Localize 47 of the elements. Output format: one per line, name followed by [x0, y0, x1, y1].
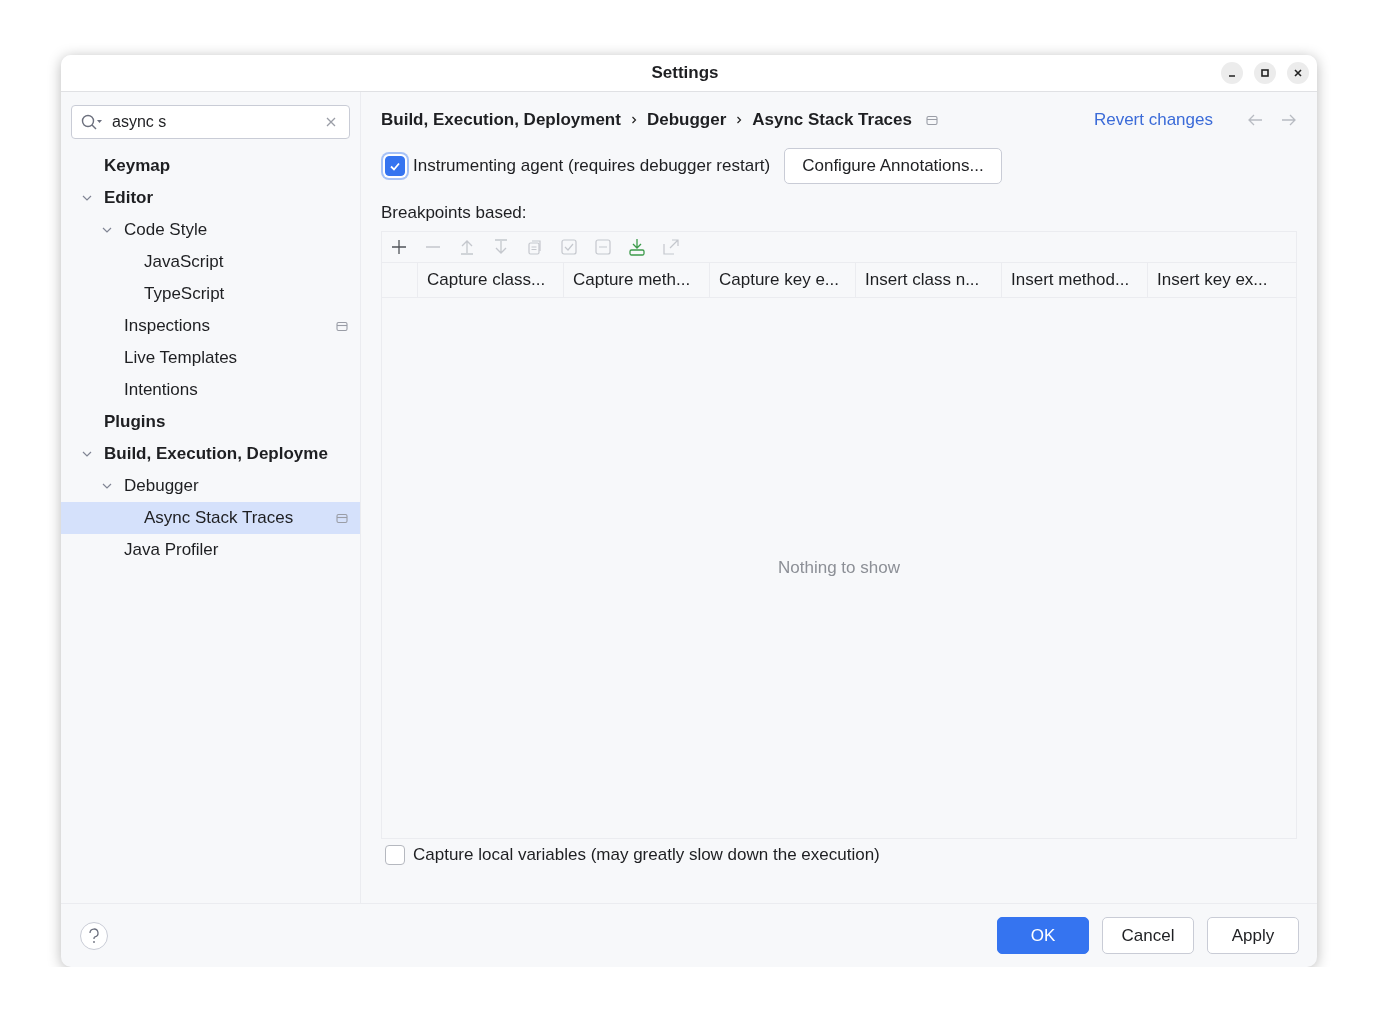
cancel-button[interactable]: Cancel — [1102, 917, 1194, 954]
clear-icon[interactable] — [326, 117, 336, 127]
close-button[interactable] — [1287, 62, 1309, 84]
maximize-button[interactable] — [1254, 62, 1276, 84]
question-mark-icon — [88, 927, 100, 944]
revert-link[interactable]: Revert changes — [1093, 110, 1213, 130]
tree-item[interactable]: Build, Execution, Deployme — [61, 438, 360, 470]
plus-icon[interactable] — [390, 238, 408, 256]
tree-item[interactable]: Async Stack Traces — [61, 502, 360, 534]
breadcrumb-item[interactable]: Async Stack Traces — [752, 110, 912, 130]
tree-item[interactable]: Inspections — [61, 310, 360, 342]
column-header[interactable]: Capture meth... — [564, 263, 710, 297]
tree-item[interactable]: Editor — [61, 182, 360, 214]
search-field[interactable]: async s — [71, 105, 350, 139]
chevron-icon — [629, 115, 638, 125]
empty-message: Nothing to show — [778, 558, 900, 578]
breadcrumb-item[interactable]: Debugger — [646, 110, 727, 130]
minimize-icon — [1228, 75, 1236, 77]
checkbox-label: Capture local variables (may greatly slow down the execution) — [413, 845, 880, 865]
tree-item[interactable]: Live Templates — [61, 342, 360, 374]
tree-item[interactable]: Java Profiler — [61, 534, 360, 566]
ok-button[interactable]: OK — [997, 917, 1089, 954]
tree-item[interactable]: TypeScript — [61, 278, 360, 310]
section-label: Breakpoints based: — [381, 203, 528, 223]
column-header[interactable]: Capture key e... — [710, 263, 856, 297]
tree-item[interactable]: Intentions — [61, 374, 360, 406]
checkbox[interactable] — [385, 845, 405, 865]
close-icon — [1293, 68, 1303, 78]
column-header[interactable]: Insert method... — [1002, 263, 1148, 297]
configure-annotations-button[interactable]: Configure Annotations... — [784, 148, 1002, 184]
tree-item[interactable]: JavaScript — [61, 246, 360, 278]
help-button[interactable] — [80, 921, 108, 950]
tree-item[interactable]: Plugins — [61, 406, 360, 438]
window-title: Settings — [650, 63, 720, 83]
chevron-icon — [735, 115, 744, 125]
column-header[interactable]: Capture class... — [418, 263, 564, 297]
maximize-icon — [1260, 68, 1270, 78]
minimize-button[interactable] — [1221, 62, 1243, 84]
checkbox-label: Instrumenting agent (requires debugger restart) — [413, 156, 771, 176]
column-header[interactable]: Insert class n... — [856, 263, 1002, 297]
column-header[interactable]: Insert key ex... — [1148, 263, 1296, 297]
breadcrumb-item[interactable]: Build, Execution, Deployment — [381, 110, 621, 130]
apply-button[interactable]: Apply — [1207, 917, 1299, 954]
tree-item[interactable]: Keymap — [61, 150, 360, 182]
download-icon[interactable] — [628, 238, 646, 256]
tree-item[interactable]: Debugger — [61, 470, 360, 502]
tree-item[interactable]: Code Style — [61, 214, 360, 246]
